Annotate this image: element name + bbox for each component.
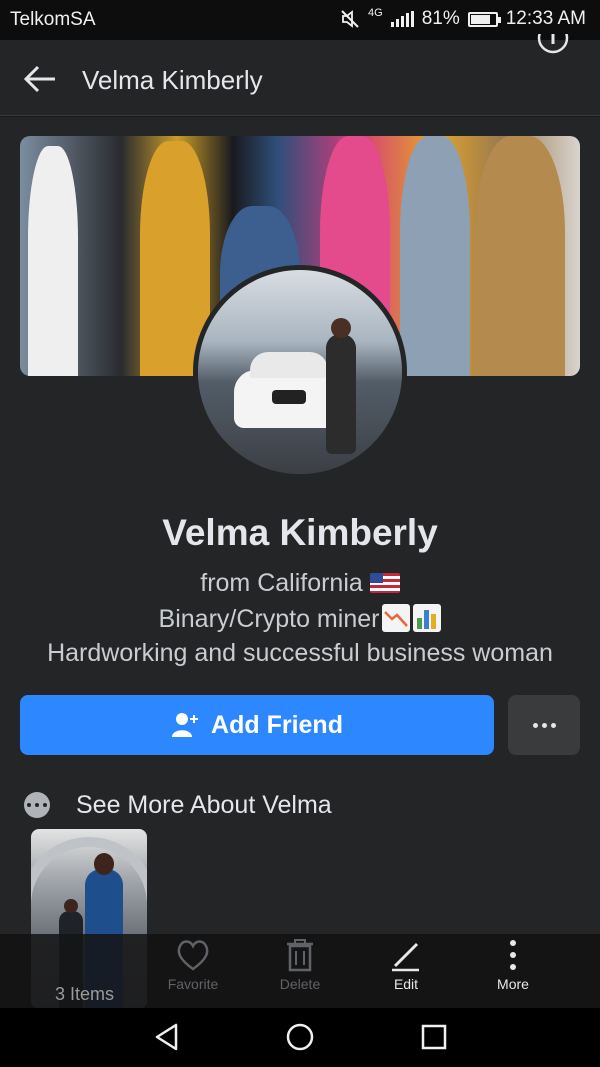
battery-icon xyxy=(467,11,501,27)
header-title: Velma Kimberly xyxy=(82,65,263,95)
flag-us-icon xyxy=(369,573,400,593)
back-triangle-icon[interactable] xyxy=(152,1022,182,1052)
edit-button[interactable]: Edit xyxy=(353,934,459,1008)
app-header: Velma Kimberly xyxy=(0,34,600,116)
more-options-button[interactable] xyxy=(508,695,580,755)
favorite-label: Favorite xyxy=(167,976,219,992)
edit-label: Edit xyxy=(393,976,419,992)
bio-description: Hardworking and successful business woma… xyxy=(47,639,553,667)
bio-location-text: from California xyxy=(200,569,370,597)
signal-icon xyxy=(390,11,414,27)
more-dots-circle-icon xyxy=(24,792,50,818)
carrier-name: TelkomSA xyxy=(10,9,96,30)
info-icon[interactable] xyxy=(536,34,570,56)
mute-icon xyxy=(341,10,359,28)
see-more-about-row[interactable]: See More About Velma xyxy=(24,789,332,821)
profile-content: Velma Kimberly from California Binary/Cr… xyxy=(0,117,600,1009)
gallery-action-bar: 3 Items Favorite Delete Edit More xyxy=(0,934,600,1008)
status-icons: 4G 81% 12:33 AM xyxy=(340,7,586,30)
network-type: 4G xyxy=(368,7,383,19)
pencil-icon xyxy=(392,942,419,972)
more-label: More xyxy=(497,976,529,992)
more-button[interactable]: More xyxy=(460,934,566,1008)
add-friend-label: Add Friend xyxy=(211,710,343,739)
heart-icon xyxy=(177,940,209,971)
profile-name: Velma Kimberly xyxy=(162,512,438,553)
delete-button[interactable]: Delete xyxy=(247,934,353,1008)
back-arrow-icon[interactable] xyxy=(22,64,58,94)
favorite-button[interactable]: Favorite xyxy=(140,934,246,1008)
status-bar: TelkomSA 4G 81% 12:33 AM xyxy=(0,0,600,40)
bio-occupation: Binary/Crypto miner xyxy=(0,604,600,634)
add-user-icon xyxy=(172,713,199,737)
more-dots-icon xyxy=(532,722,556,728)
items-count: 3 Items xyxy=(55,984,115,1004)
recents-square-icon[interactable] xyxy=(419,1022,449,1052)
system-nav-bar xyxy=(0,1008,600,1067)
chart-decreasing-icon xyxy=(382,604,411,632)
bar-chart-icon xyxy=(413,604,442,632)
trash-icon xyxy=(287,939,313,972)
home-circle-icon[interactable] xyxy=(285,1022,315,1052)
add-friend-button[interactable]: Add Friend xyxy=(20,695,494,755)
delete-label: Delete xyxy=(279,976,321,992)
clock: 12:33 AM xyxy=(505,8,586,29)
bio-occupation-text: Binary/Crypto miner xyxy=(158,605,380,633)
bio-location: from California xyxy=(0,569,600,598)
see-more-label: See More About Velma xyxy=(76,790,332,819)
vertical-dots-icon xyxy=(510,940,516,970)
battery-percent: 81% xyxy=(421,8,460,29)
profile-picture[interactable] xyxy=(193,265,407,479)
